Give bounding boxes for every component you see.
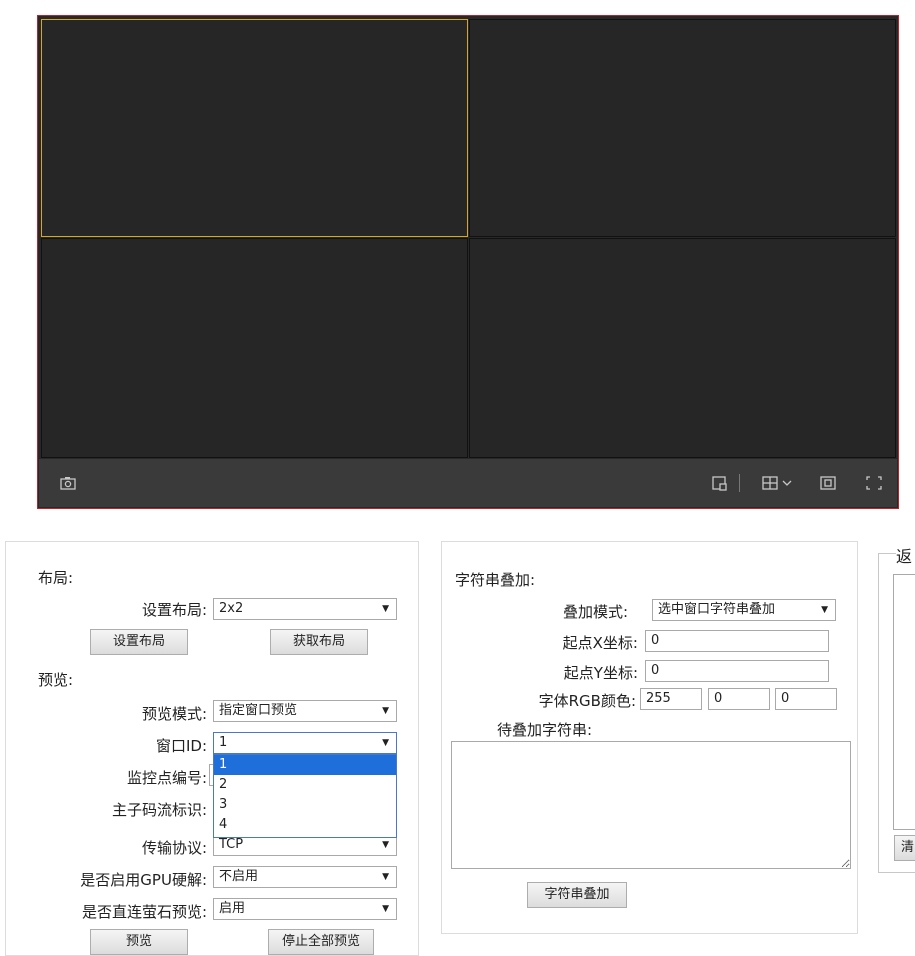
fullscreen-icon[interactable] (865, 474, 883, 492)
layout-section-title: 布局: (38, 569, 74, 587)
preview-mode-select[interactable]: 指定窗口预览 ▼ (213, 700, 397, 722)
set-layout-select[interactable]: 2x2 ▼ (213, 598, 397, 620)
preview-mode-value: 指定窗口预览 (219, 703, 298, 718)
stop-all-icon[interactable] (711, 474, 729, 492)
ezviz-direct-label: 是否直连萤石预览: (81, 903, 207, 921)
stop-all-preview-button[interactable]: 停止全部预览 (268, 929, 374, 955)
font-rgb-label: 字体RGB颜色: (538, 692, 636, 710)
video-pane-2[interactable] (469, 19, 896, 237)
protocol-label: 传输协议: (141, 839, 207, 857)
start-y-input[interactable]: 0 (645, 660, 829, 682)
stream-flag-label: 主子码流标识: (111, 801, 207, 819)
gpu-decode-value: 不启用 (219, 869, 259, 884)
osd-mode-value: 选中窗口字符串叠加 (658, 602, 776, 617)
osd-mode-label: 叠加模式: (562, 603, 628, 621)
osd-mode-select[interactable]: 选中窗口字符串叠加 ▼ (652, 599, 836, 621)
window-id-value: 1 (219, 735, 228, 750)
preview-section-title: 预览: (38, 671, 74, 689)
osd-submit-button[interactable]: 字符串叠加 (527, 882, 627, 908)
chevron-down-icon[interactable] (781, 474, 799, 492)
overlay-text-area[interactable] (451, 741, 851, 869)
rgb-green-input[interactable]: 0 (708, 688, 770, 710)
video-pane-4[interactable] (469, 238, 896, 458)
dropdown-arrow-icon: ▼ (382, 706, 389, 716)
video-player (37, 15, 899, 509)
return-legend: 返 (896, 543, 915, 567)
gpu-decode-label: 是否启用GPU硬解: (80, 871, 207, 889)
preview-mode-label: 预览模式: (141, 705, 207, 723)
get-layout-button[interactable]: 获取布局 (270, 629, 368, 655)
ezviz-direct-select[interactable]: 启用 ▼ (213, 898, 397, 920)
ezviz-direct-value: 启用 (219, 901, 246, 916)
window-id-option[interactable]: 1 (214, 755, 396, 775)
window-id-option[interactable]: 4 (214, 815, 396, 835)
rgb-blue-input[interactable]: 0 (775, 688, 837, 710)
video-pane-3[interactable] (41, 238, 468, 458)
dropdown-arrow-icon: ▼ (382, 872, 389, 882)
overlay-text-label: 待叠加字符串: (497, 721, 593, 739)
window-id-option[interactable]: 2 (214, 775, 396, 795)
fit-window-icon[interactable] (819, 474, 837, 492)
window-id-dropdown-list: 1 2 3 4 (213, 754, 397, 838)
gpu-decode-select[interactable]: 不启用 ▼ (213, 866, 397, 888)
set-layout-button[interactable]: 设置布局 (90, 629, 188, 655)
layout-grid-icon[interactable] (761, 474, 779, 492)
clear-button[interactable]: 清 (894, 835, 915, 861)
set-layout-label: 设置布局: (141, 601, 207, 619)
dropdown-arrow-icon: ▼ (382, 840, 389, 850)
osd-section-title: 字符串叠加: (455, 571, 536, 589)
rgb-red-input[interactable]: 255 (640, 688, 702, 710)
camera-icon[interactable] (59, 474, 77, 492)
dropdown-arrow-icon: ▼ (382, 904, 389, 914)
dropdown-arrow-icon: ▼ (382, 738, 389, 748)
window-id-label: 窗口ID: (155, 737, 207, 755)
start-x-label: 起点X坐标: (562, 634, 638, 652)
toolbar-separator (739, 474, 740, 492)
player-toolbar (39, 459, 897, 507)
preview-button[interactable]: 预览 (90, 929, 188, 955)
window-id-option[interactable]: 3 (214, 795, 396, 815)
dropdown-arrow-icon: ▼ (821, 605, 828, 615)
protocol-value: TCP (219, 837, 244, 852)
start-x-input[interactable]: 0 (645, 630, 829, 652)
set-layout-value: 2x2 (219, 601, 244, 616)
start-y-label: 起点Y坐标: (563, 664, 638, 682)
video-pane-1[interactable] (41, 19, 468, 237)
return-output-area[interactable] (893, 574, 915, 830)
dropdown-arrow-icon: ▼ (382, 604, 389, 614)
camera-code-label: 监控点编号: (126, 769, 207, 787)
window-id-select[interactable]: 1 ▼ (213, 732, 397, 754)
